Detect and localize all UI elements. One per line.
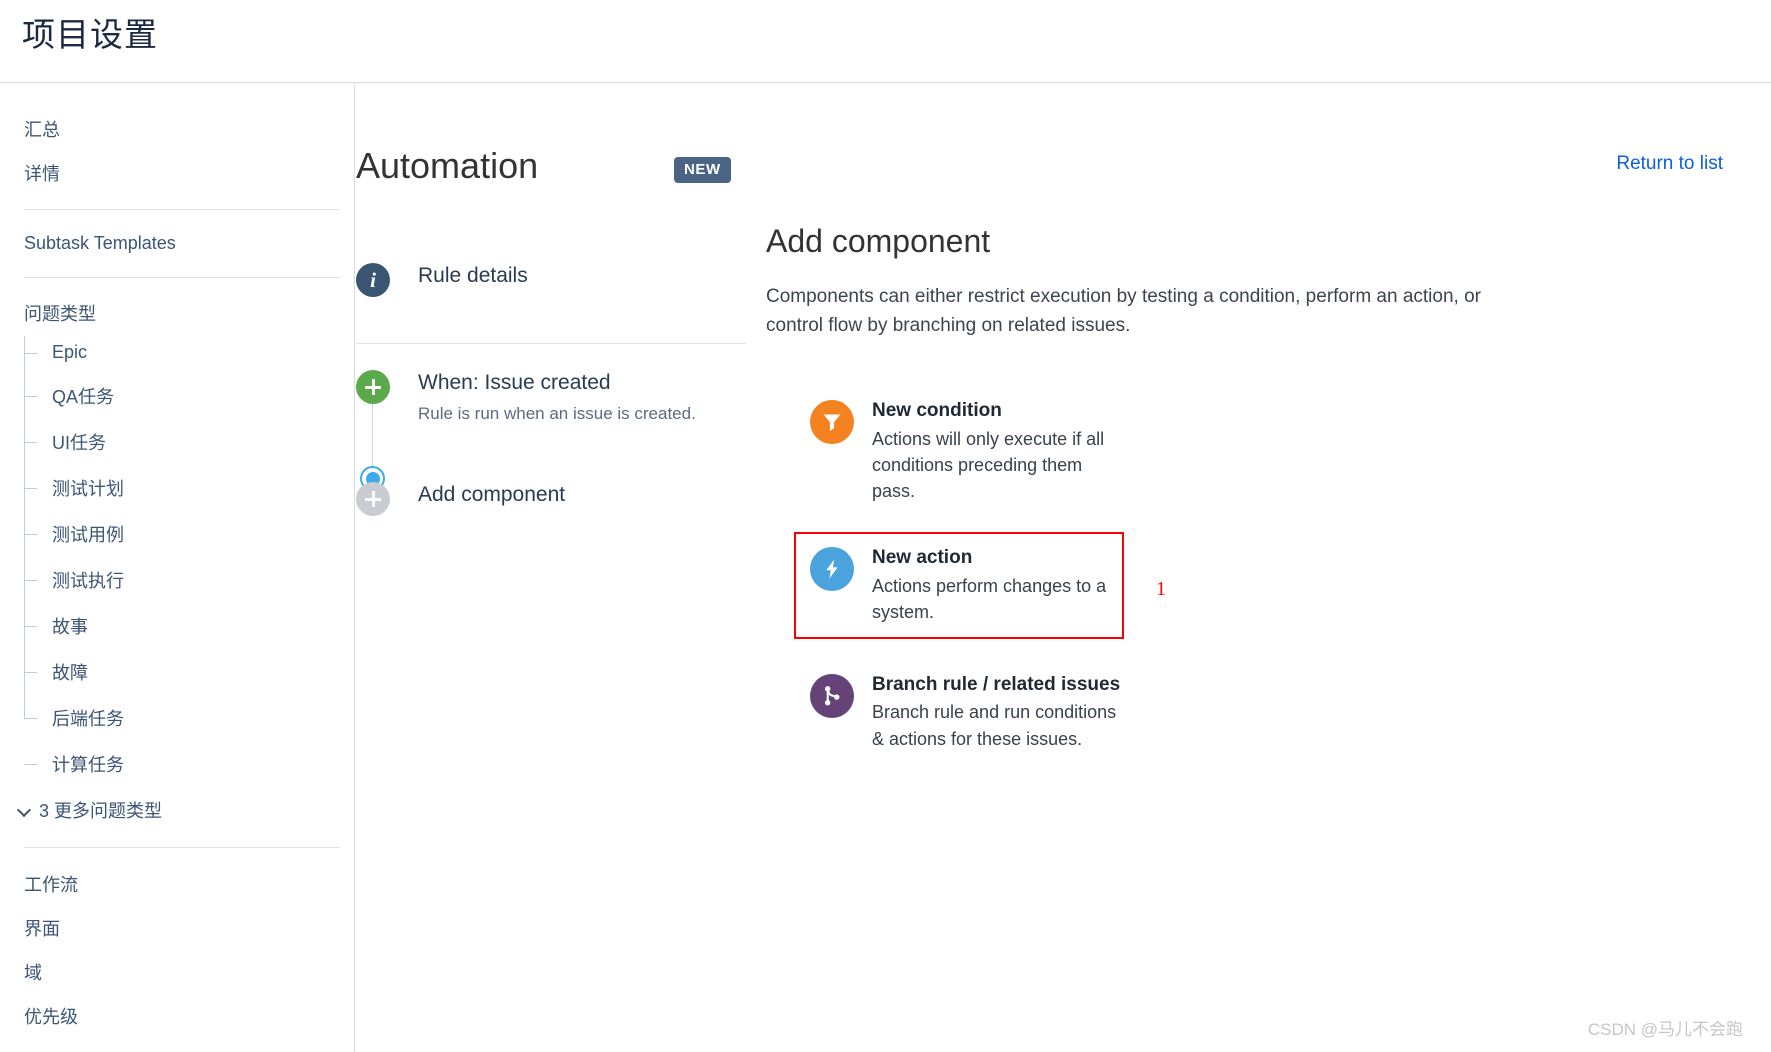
sidebar-item-details[interactable]: 详情 [0, 151, 354, 195]
option-branch-rule[interactable]: Branch rule / related issues Branch rule… [794, 659, 1124, 766]
sidebar-divider [24, 209, 340, 210]
plus-icon [356, 370, 390, 404]
rule-timeline: i Rule details When: Issue created Rule … [356, 263, 746, 538]
add-component-row[interactable]: Add component [356, 482, 746, 538]
issue-type-tree: Epic QA任务 UI任务 测试计划 测试用例 测试执行 故事 故障 后端任务… [24, 332, 354, 787]
sidebar-issue-type-ui[interactable]: UI任务 [24, 419, 354, 465]
sidebar-item-subtask-templates[interactable]: Subtask Templates [0, 224, 354, 263]
sidebar-issue-type-compute[interactable]: 计算任务 [24, 741, 354, 787]
sidebar-item-summary[interactable]: 汇总 [0, 107, 354, 151]
sidebar-divider [24, 847, 340, 848]
csdn-watermark: CSDN @马儿不会跑 [1587, 1020, 1743, 1039]
return-to-list-link[interactable]: Return to list [1616, 153, 1723, 175]
sidebar-issue-type-test-plan[interactable]: 测试计划 [24, 465, 354, 511]
new-badge: NEW [674, 157, 731, 183]
chevron-down-icon [18, 803, 32, 817]
sidebar: 汇总 详情 Subtask Templates 问题类型 Epic QA任务 U… [0, 83, 355, 1052]
option-description: Actions will only execute if all conditi… [872, 428, 1105, 501]
sidebar-divider [24, 277, 340, 278]
add-component-title: Add component [766, 223, 991, 259]
sidebar-item-screens[interactable]: 界面 [0, 906, 354, 950]
sidebar-heading-issue-types: 问题类型 [24, 304, 96, 324]
component-option-list: New condition Actions will only execute … [766, 385, 1666, 766]
option-description: Actions perform changes to a system. [872, 575, 1107, 622]
plus-icon [356, 482, 390, 516]
sidebar-issue-type-bug[interactable]: 故障 [24, 649, 354, 695]
sidebar-item-fields[interactable]: 域 [0, 950, 354, 994]
rule-trigger-row[interactable]: When: Issue created Rule is run when an … [356, 370, 746, 426]
more-issue-types-label: 3 更多问题类型 [39, 801, 163, 821]
sidebar-issue-type-test-case[interactable]: 测试用例 [24, 511, 354, 557]
add-component-panel: Add component Components can either rest… [766, 223, 1666, 780]
add-component-description: Components can either restrict execution… [766, 286, 1481, 337]
info-icon: i [356, 263, 390, 297]
funnel-icon [810, 399, 854, 444]
option-title: New action [872, 546, 973, 568]
sidebar-more-issue-types[interactable]: 3 更多问题类型 [0, 787, 354, 833]
page-header-title: 项目设置 [22, 16, 158, 53]
rule-divider [356, 343, 746, 344]
main-content: Automation NEW Return to list i Rule det… [356, 83, 1771, 1052]
option-title: New condition [872, 399, 1002, 421]
sidebar-issue-type-story[interactable]: 故事 [24, 603, 354, 649]
trigger-subtitle: Rule is run when an issue is created. [418, 404, 696, 424]
option-title: Branch rule / related issues [872, 673, 1121, 695]
sidebar-item-workflow[interactable]: 工作流 [0, 862, 354, 906]
branch-icon [810, 673, 854, 718]
app-root: CSDN 马儿 不会跑 项目设置 汇总 详情 Subtask Templates… [0, 0, 1771, 1052]
option-new-action[interactable]: New action Actions perform changes to a … [794, 531, 1166, 639]
trigger-title: When: Issue created [418, 371, 611, 394]
top-header-bar: 项目设置 [0, 0, 1771, 83]
sidebar-issue-type-qa[interactable]: QA任务 [24, 373, 354, 419]
sidebar-issue-type-test-exec[interactable]: 测试执行 [24, 557, 354, 603]
option-description: Branch rule and run conditions & actions… [872, 702, 1117, 749]
sidebar-item-priorities[interactable]: 优先级 [0, 994, 354, 1038]
annotation-marker-1: 1 [1156, 577, 1166, 600]
page-title: Automation [356, 145, 539, 186]
rule-details-row[interactable]: i Rule details [356, 263, 746, 319]
sidebar-issue-type-backend[interactable]: 后端任务 [24, 695, 354, 741]
automation-page-header: Automation NEW Return to list [356, 145, 1771, 215]
add-component-label: Add component [418, 483, 566, 506]
sidebar-issue-type-epic[interactable]: Epic [24, 332, 354, 373]
option-new-condition[interactable]: New condition Actions will only execute … [794, 385, 1124, 518]
lightning-bolt-icon [810, 546, 854, 591]
rule-details-label: Rule details [418, 264, 528, 287]
